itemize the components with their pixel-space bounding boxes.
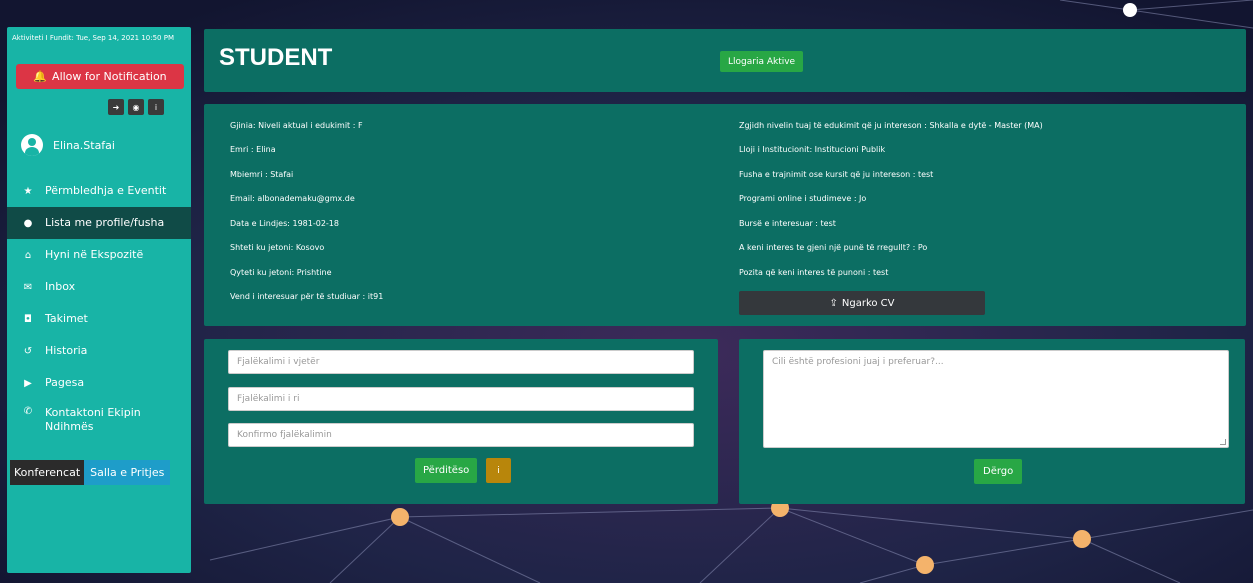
send-button[interactable]: Dërgo bbox=[974, 459, 1023, 484]
profession-textarea[interactable]: Cili është profesioni juaj i preferuar?.… bbox=[763, 350, 1229, 448]
profile-details: Gjinia: Niveli aktual i edukimit : F Emr… bbox=[204, 104, 1246, 326]
user-icon: ● bbox=[23, 217, 33, 229]
sidebar-tools: ➜ ◉ i bbox=[108, 99, 164, 115]
allow-notification-button[interactable]: 🔔 Allow for Notification bbox=[16, 64, 184, 89]
last-activity-text: Aktiviteti I Fundit: Tue, Sep 14, 2021 1… bbox=[12, 34, 174, 42]
logout-icon[interactable]: ➜ bbox=[108, 99, 124, 115]
preferred-profession-form: Cili është profesioni juaj i preferuar?.… bbox=[739, 339, 1245, 504]
profile-field-country: Shteti ku jetoni: Kosovo bbox=[230, 243, 325, 252]
sidebar-item-label: Lista me profile/fusha bbox=[45, 216, 165, 229]
profile-field-education-level: Zgjidh nivelin tuaj të edukimit që ju in… bbox=[739, 121, 1043, 130]
info-icon[interactable]: i bbox=[148, 99, 164, 115]
info-icon[interactable]: i bbox=[486, 458, 511, 483]
tab-waiting-room[interactable]: Salla e Pritjes bbox=[84, 460, 171, 485]
profile-field-online-program: Programi online i studimeve : Jo bbox=[739, 194, 867, 203]
history-icon: ↺ bbox=[23, 345, 33, 357]
sidebar-item-meetings[interactable]: ◘ Takimet bbox=[7, 303, 191, 335]
profile-field-email: Email: albonademaku@gmx.de bbox=[230, 194, 355, 203]
allow-notification-label: Allow for Notification bbox=[52, 70, 167, 83]
user-profile[interactable]: Elina.Stafai bbox=[21, 134, 115, 156]
page-title: STUDENT bbox=[219, 44, 333, 71]
profession-placeholder: Cili është profesioni juaj i preferuar?.… bbox=[772, 357, 944, 367]
sidebar-item-payment[interactable]: ▶ Pagesa bbox=[7, 367, 191, 399]
star-icon: ★ bbox=[23, 185, 33, 197]
sidebar-item-label: Takimet bbox=[45, 312, 88, 325]
sidebar-item-label: Përmbledhja e Eventit bbox=[45, 184, 167, 197]
sidebar-tabs: Konferencat Salla e Pritjes bbox=[10, 460, 171, 485]
sidebar-nav: ★ Përmbledhja e Eventit ● Lista me profi… bbox=[7, 175, 191, 441]
profile-field-city: Qyteti ku jetoni: Prishtine bbox=[230, 268, 332, 277]
profile-field-position: Pozita që keni interes të punoni : test bbox=[739, 268, 889, 277]
sidebar: Aktiviteti I Fundit: Tue, Sep 14, 2021 1… bbox=[7, 27, 191, 573]
envelope-icon: ✉ bbox=[23, 281, 33, 293]
profile-field-last-name: Mbiemri : Stafai bbox=[230, 170, 294, 179]
upload-cv-label: Ngarko CV bbox=[841, 297, 895, 309]
phone-icon: ✆ bbox=[23, 406, 33, 417]
bank-icon: ⌂ bbox=[24, 249, 32, 261]
sidebar-item-label: Hyni në Ekspozitë bbox=[45, 248, 144, 261]
profile-field-birthdate: Data e Lindjes: 1981-02-18 bbox=[230, 219, 339, 228]
username: Elina.Stafai bbox=[53, 138, 115, 152]
upload-cv-button[interactable]: ⇪ Ngarko CV bbox=[739, 291, 985, 315]
sidebar-item-exhibition[interactable]: ⌂ Hyni në Ekspozitë bbox=[7, 239, 191, 271]
profile-field-first-name: Emri : Elina bbox=[230, 145, 276, 154]
sidebar-item-history[interactable]: ↺ Historia bbox=[7, 335, 191, 367]
camera-icon: ◘ bbox=[24, 313, 32, 325]
profile-field-job-interest: A keni interes te gjeni një punë të rreg… bbox=[739, 243, 928, 252]
new-password-input[interactable]: Fjalëkalimi i ri bbox=[228, 387, 694, 411]
profile-field-training-field: Fusha e trajnimit ose kursit që ju inter… bbox=[739, 170, 934, 179]
globe-icon[interactable]: ◉ bbox=[128, 99, 144, 115]
avatar bbox=[21, 134, 43, 156]
upload-icon: ⇪ bbox=[829, 297, 838, 309]
tab-conferences[interactable]: Konferencat bbox=[10, 460, 85, 485]
profile-field-institution-type: Lloji i Institucionit: Institucioni Publ… bbox=[739, 145, 886, 154]
update-password-button[interactable]: Përditëso bbox=[415, 458, 478, 483]
sidebar-item-contact-support[interactable]: ✆ Kontaktoni Ekipin Ndihmës bbox=[7, 399, 191, 441]
sidebar-item-profiles-list[interactable]: ● Lista me profile/fusha bbox=[7, 207, 191, 239]
sidebar-item-label: Pagesa bbox=[45, 376, 85, 389]
profile-field-gender: Gjinia: Niveli aktual i edukimit : F bbox=[230, 121, 363, 130]
confirm-password-input[interactable]: Konfirmo fjalëkalimin bbox=[228, 423, 694, 447]
sidebar-item-event-overview[interactable]: ★ Përmbledhja e Eventit bbox=[7, 175, 191, 207]
payment-icon: ▶ bbox=[24, 377, 32, 389]
sidebar-item-label: Historia bbox=[45, 344, 88, 357]
account-status-badge: Llogaria Aktive bbox=[720, 51, 804, 72]
change-password-form: Fjalëkalimi i vjetër Fjalëkalimi i ri Ko… bbox=[204, 339, 718, 504]
old-password-input[interactable]: Fjalëkalimi i vjetër bbox=[228, 350, 694, 374]
sidebar-item-label: Inbox bbox=[45, 280, 76, 293]
bell-icon: 🔔 bbox=[33, 70, 48, 83]
page-header: STUDENT Llogaria Aktive bbox=[204, 29, 1246, 92]
sidebar-item-inbox[interactable]: ✉ Inbox bbox=[7, 271, 191, 303]
sidebar-item-label: Kontaktoni Ekipin Ndihmës bbox=[45, 406, 141, 433]
profile-field-study-place: Vend i interesuar për të studiuar : it91 bbox=[230, 292, 384, 301]
profile-field-scholarship: Bursë e interesuar : test bbox=[739, 219, 836, 228]
resize-handle[interactable] bbox=[1220, 439, 1226, 445]
